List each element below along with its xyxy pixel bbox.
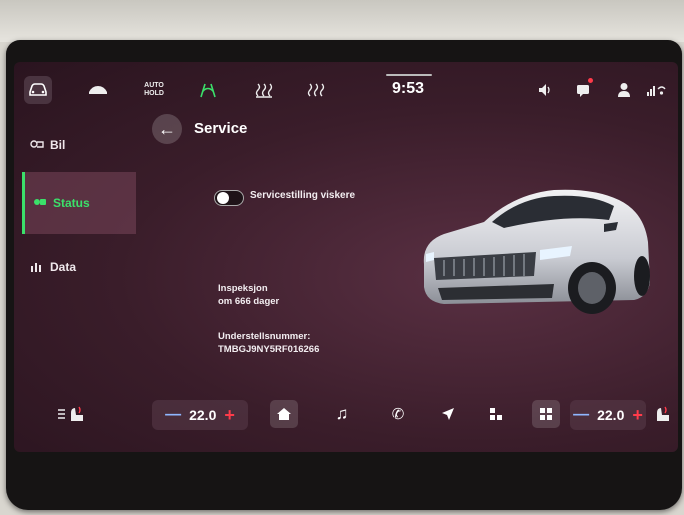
vin-value: TMBGJ9NY5RF016266 bbox=[218, 344, 320, 355]
volume-icon[interactable] bbox=[532, 76, 560, 104]
temp-right-value: 22.0 bbox=[597, 407, 625, 423]
rear-defrost-icon[interactable] bbox=[250, 76, 278, 104]
temp-right-plus-button[interactable]: + bbox=[632, 405, 643, 426]
clock: 9:53 bbox=[392, 80, 425, 97]
vin-info: Understellsnummer: TMBGJ9NY5RF016266 bbox=[218, 330, 319, 356]
inspection-info: Inspeksjon om 666 dager bbox=[218, 282, 279, 308]
sidebar: Bil Status Data bbox=[14, 114, 136, 414]
back-button[interactable]: ← bbox=[152, 114, 182, 144]
service-wiper-label: Servicestilling viskere bbox=[250, 190, 356, 201]
notification-badge bbox=[588, 78, 593, 83]
vin-label: Understellsnummer: bbox=[218, 331, 311, 342]
climate-left-control: — 22.0 + bbox=[152, 400, 248, 430]
clock-indicator bbox=[386, 74, 432, 76]
arrow-left-icon: ← bbox=[158, 118, 176, 139]
car-image bbox=[423, 189, 650, 314]
infotainment-screen: AUTO HOLD 9:53 Bil Status Data ← Service… bbox=[14, 62, 678, 452]
widgets-icon[interactable] bbox=[482, 400, 510, 428]
background-wall bbox=[0, 0, 684, 42]
sidebar-item-data[interactable]: Data bbox=[22, 236, 136, 298]
bar-chart-icon bbox=[30, 260, 44, 275]
phone-icon[interactable]: ✆ bbox=[384, 400, 412, 428]
user-profile-icon[interactable] bbox=[610, 76, 638, 104]
car-status-icon bbox=[33, 196, 47, 211]
sidebar-item-bil[interactable]: Bil bbox=[22, 114, 136, 176]
navigation-icon[interactable] bbox=[434, 400, 462, 428]
notification-icon[interactable] bbox=[570, 76, 598, 104]
drive-mode-icon[interactable] bbox=[84, 76, 112, 104]
app-grid-icon[interactable] bbox=[532, 400, 560, 428]
toggle-knob bbox=[217, 192, 229, 204]
auto-hold-button[interactable]: AUTO HOLD bbox=[140, 76, 168, 104]
service-wiper-toggle[interactable] bbox=[214, 190, 244, 206]
sidebar-item-label: Bil bbox=[50, 138, 66, 152]
front-defrost-icon[interactable] bbox=[302, 76, 330, 104]
sidebar-item-label: Status bbox=[53, 196, 90, 210]
top-bar: AUTO HOLD 9:53 bbox=[14, 72, 678, 108]
seat-heating-right-button[interactable] bbox=[650, 400, 678, 428]
sidebar-item-status[interactable]: Status bbox=[22, 172, 136, 234]
inspection-label: Inspeksjon bbox=[218, 283, 268, 294]
temp-left-minus-button[interactable]: — bbox=[165, 406, 181, 424]
signal-connectivity-icon[interactable] bbox=[642, 76, 670, 104]
temp-right-minus-button[interactable]: — bbox=[573, 406, 589, 424]
inspection-value: om 666 dager bbox=[218, 296, 280, 307]
temp-left-plus-button[interactable]: + bbox=[224, 405, 235, 426]
bottom-bar: — 22.0 + ♫ ✆ — 22.0 + bbox=[42, 392, 678, 448]
lane-assist-icon[interactable] bbox=[194, 76, 222, 104]
car-menu-icon[interactable] bbox=[24, 76, 52, 104]
page-title: Service bbox=[194, 120, 248, 137]
temp-left-value: 22.0 bbox=[189, 407, 217, 423]
home-button[interactable] bbox=[270, 400, 298, 428]
climate-right-control: — 22.0 + bbox=[570, 400, 646, 430]
sidebar-item-label: Data bbox=[50, 260, 77, 274]
car-settings-icon bbox=[30, 138, 44, 153]
media-music-icon[interactable]: ♫ bbox=[328, 400, 356, 428]
seat-heating-left-button[interactable] bbox=[52, 400, 92, 428]
